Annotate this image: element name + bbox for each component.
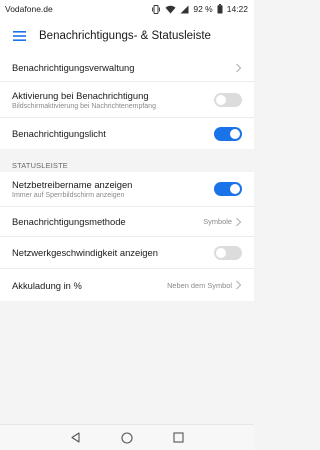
page-title: Benachrichtigungs- & Statusleiste (39, 30, 211, 42)
status-bar: Vodafone.de 92 % 14:22 (0, 0, 254, 18)
toggle-knob (216, 247, 226, 258)
section-header-statusbar: STATUSLEISTE (12, 160, 68, 170)
activation-toggle[interactable] (214, 92, 242, 107)
home-button[interactable] (117, 428, 137, 448)
chevron-right-icon (236, 280, 242, 290)
chevron-right-icon (236, 63, 242, 72)
notification-settings-section: Benachrichtigungsverwaltung Aktivierung … (0, 54, 254, 149)
item-value: Neben dem Symbol (167, 280, 232, 290)
notification-light-item: Benachrichtigungslicht (0, 118, 254, 149)
item-value: Symbole (203, 217, 232, 226)
status-icons: 92 % 14:22 (151, 4, 248, 14)
network-speed-toggle[interactable] (214, 245, 242, 260)
statusbar-settings-section: Netzbetreibername anzeigen Immer auf Spe… (0, 172, 254, 301)
item-label: Benachrichtigungsverwaltung (12, 62, 135, 73)
vibrate-icon (152, 4, 161, 14)
signal-icon (180, 5, 189, 13)
notification-method-item[interactable]: Benachrichtigungsmethode Symbole (0, 207, 254, 237)
item-label: Benachrichtigungslicht (12, 128, 106, 139)
wifi-icon (165, 5, 176, 13)
notification-light-toggle[interactable] (214, 126, 242, 141)
network-speed-item: Netzwerkgeschwindigkeit anzeigen (0, 237, 254, 269)
home-icon (121, 431, 133, 444)
toggle-knob (230, 184, 240, 194)
back-button[interactable] (66, 428, 86, 448)
item-label: Aktivierung bei Benachrichtigung (12, 89, 149, 101)
item-label: Akkuladung in % (12, 279, 82, 291)
menu-button[interactable] (4, 18, 34, 54)
notification-management-item[interactable]: Benachrichtigungsverwaltung (0, 54, 254, 82)
carrier-name: Vodafone.de (5, 4, 53, 14)
battery-icon (217, 4, 223, 14)
toggle-knob (230, 128, 240, 139)
item-label: Netzwerkgeschwindigkeit anzeigen (12, 247, 158, 258)
app-bar: Benachrichtigungs- & Statusleiste (0, 18, 254, 54)
show-carrier-name-item: Netzbetreibername anzeigen Immer auf Spe… (0, 172, 254, 207)
item-label: Netzbetreibername anzeigen (12, 179, 133, 190)
battery-percent: 92 % (193, 4, 213, 14)
clock: 14:22 (226, 4, 248, 14)
item-label: Benachrichtigungsmethode (12, 216, 126, 227)
carrier-name-toggle[interactable] (214, 182, 242, 196)
recents-button[interactable] (168, 428, 188, 448)
item-sublabel: Immer auf Sperrbildschirm anzeigen (12, 192, 125, 199)
activation-on-notification-item: Aktivierung bei Benachrichtigung Bildsch… (0, 82, 254, 118)
battery-percentage-item[interactable]: Akkuladung in % Neben dem Symbol (0, 269, 254, 301)
navigation-bar (0, 424, 254, 450)
chevron-right-icon (236, 217, 242, 226)
hamburger-menu-icon (12, 31, 26, 41)
item-sublabel: Bildschirmaktivierung bei Nachrichtenemp… (12, 102, 156, 110)
back-icon (71, 432, 80, 443)
recents-icon (173, 432, 184, 443)
toggle-knob (216, 94, 226, 105)
